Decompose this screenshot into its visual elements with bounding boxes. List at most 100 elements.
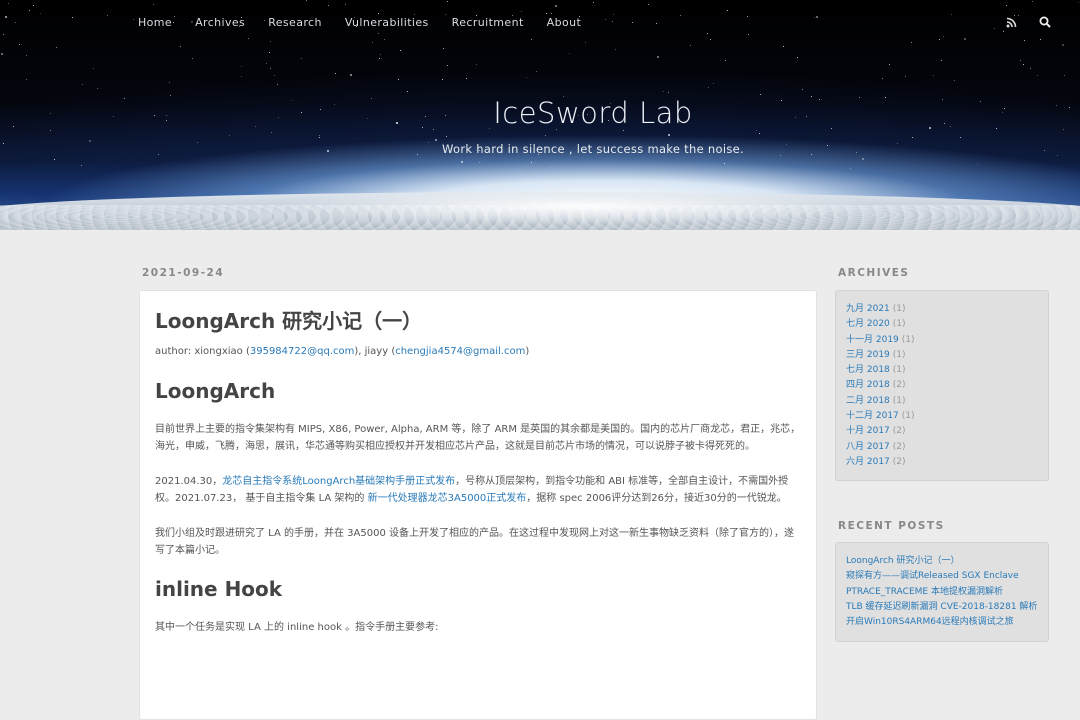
star: [1037, 75, 1038, 76]
star: [1078, 2, 1079, 3]
star: [569, 53, 570, 54]
star: [545, 135, 546, 136]
star: [593, 2, 594, 3]
nav-about[interactable]: About: [547, 16, 582, 29]
star: [33, 5, 34, 6]
star: [680, 15, 681, 16]
archive-link[interactable]: 七月 2020: [846, 319, 890, 329]
archive-count: (2): [892, 456, 906, 467]
recent-post-link[interactable]: 开启Win10RS4ARM64远程内核调试之旅: [846, 617, 1014, 627]
archive-link[interactable]: 十二月 2017: [846, 411, 899, 421]
post-title[interactable]: LoongArch 研究小记（一）: [155, 305, 801, 334]
star: [933, 75, 934, 76]
archive-item: 十一月 2019 (1): [846, 333, 1038, 348]
archive-count: (1): [892, 395, 906, 406]
star: [623, 130, 624, 131]
nav-research[interactable]: Research: [268, 16, 322, 29]
star: [442, 79, 443, 80]
archive-link[interactable]: 十月 2017: [846, 426, 890, 436]
star: [3, 34, 4, 35]
author-email-link-2[interactable]: chengjia4574@gmail.com: [395, 346, 525, 357]
star: [882, 78, 883, 79]
archive-link[interactable]: 十一月 2019: [846, 335, 899, 345]
release-text-c: ，据称 spec 2006评分达到26分，接近30分的一代锐龙。: [526, 493, 787, 504]
archive-link[interactable]: 三月 2019: [846, 350, 890, 360]
search-icon[interactable]: [1038, 15, 1052, 29]
star: [180, 46, 181, 47]
star: [40, 13, 41, 14]
star: [107, 15, 108, 16]
star: [241, 66, 242, 67]
link-loongarch-manual[interactable]: 龙芯自主指令系统LoongArch基础架构手册正式发布: [222, 476, 455, 487]
star: [306, 0, 307, 1]
archive-link[interactable]: 七月 2018: [846, 365, 890, 375]
recent-posts-list: LoongArch 研究小记（一） 窥探有方——调试Released SGX En…: [835, 542, 1049, 642]
star: [476, 64, 477, 65]
author-email-link-1[interactable]: 395984722@qq.com: [250, 346, 355, 357]
post-author: author: xiongxiao (395984722@qq.com), ji…: [155, 346, 801, 357]
recent-post-link[interactable]: 窥探有方——调试Released SGX Enclave: [846, 571, 1019, 581]
star: [724, 163, 725, 164]
star: [271, 132, 272, 133]
star: [816, 16, 818, 18]
star: [372, 42, 373, 43]
star: [15, 22, 16, 23]
nav-vulnerabilities[interactable]: Vulnerabilities: [345, 16, 429, 29]
archive-count: (1): [892, 365, 906, 376]
archive-item: 十二月 2017 (1): [846, 409, 1038, 424]
star: [1006, 5, 1007, 6]
star: [345, 4, 346, 5]
star: [727, 10, 728, 11]
site-title[interactable]: IceSword Lab: [0, 96, 1080, 130]
star: [536, 71, 537, 72]
star: [241, 76, 242, 77]
star: [531, 39, 532, 40]
nav-archives[interactable]: Archives: [195, 16, 245, 29]
star: [56, 47, 57, 48]
archive-count: (1): [892, 304, 906, 314]
star: [550, 167, 551, 168]
archive-link[interactable]: 九月 2021: [846, 304, 890, 314]
star: [54, 159, 55, 160]
archive-link[interactable]: 二月 2018: [846, 396, 890, 406]
star: [521, 11, 522, 12]
star: [710, 39, 711, 40]
archive-item: 四月 2018 (2): [846, 378, 1038, 393]
archive-link[interactable]: 四月 2018: [846, 380, 890, 390]
star: [350, 74, 352, 76]
star: [379, 58, 380, 59]
archive-item: 十月 2017 (2): [846, 424, 1038, 439]
star: [526, 77, 527, 78]
star: [960, 137, 961, 138]
star: [1040, 39, 1041, 40]
star: [277, 84, 278, 85]
star: [445, 14, 446, 15]
star: [443, 48, 444, 49]
release-text-a: 2021.04.30，: [155, 476, 223, 487]
star: [668, 134, 670, 136]
archives-heading: ARCHIVES: [838, 267, 910, 279]
star: [384, 39, 385, 40]
star: [951, 14, 952, 15]
archive-link[interactable]: 八月 2017: [846, 442, 890, 452]
rss-icon[interactable]: [1004, 15, 1018, 29]
archive-count: (2): [892, 426, 906, 437]
star: [941, 60, 942, 61]
recent-posts-heading: RECENT POSTS: [838, 520, 945, 532]
recent-post-link[interactable]: PTRACE_TRACEME 本地提权漏洞解析: [846, 587, 1003, 597]
recent-post-link[interactable]: LoongArch 研究小记（一）: [846, 556, 959, 566]
archive-link[interactable]: 六月 2017: [846, 457, 890, 467]
star: [400, 50, 401, 51]
star: [977, 164, 978, 165]
star: [648, 4, 649, 5]
archive-item: 二月 2018 (1): [846, 394, 1038, 409]
section-heading-inline-hook: inline Hook: [155, 577, 283, 601]
star: [328, 5, 329, 6]
link-3a5000-release[interactable]: 新一代处理器龙芯3A5000正式发布: [368, 493, 527, 504]
star: [19, 44, 20, 45]
nav-home[interactable]: Home: [138, 16, 172, 29]
star: [72, 17, 73, 18]
star: [5, 16, 7, 18]
nav-recruitment[interactable]: Recruitment: [452, 16, 524, 29]
recent-post-link[interactable]: TLB 缓存延迟刷新漏洞 CVE-2018-18281 解析: [846, 602, 1037, 612]
